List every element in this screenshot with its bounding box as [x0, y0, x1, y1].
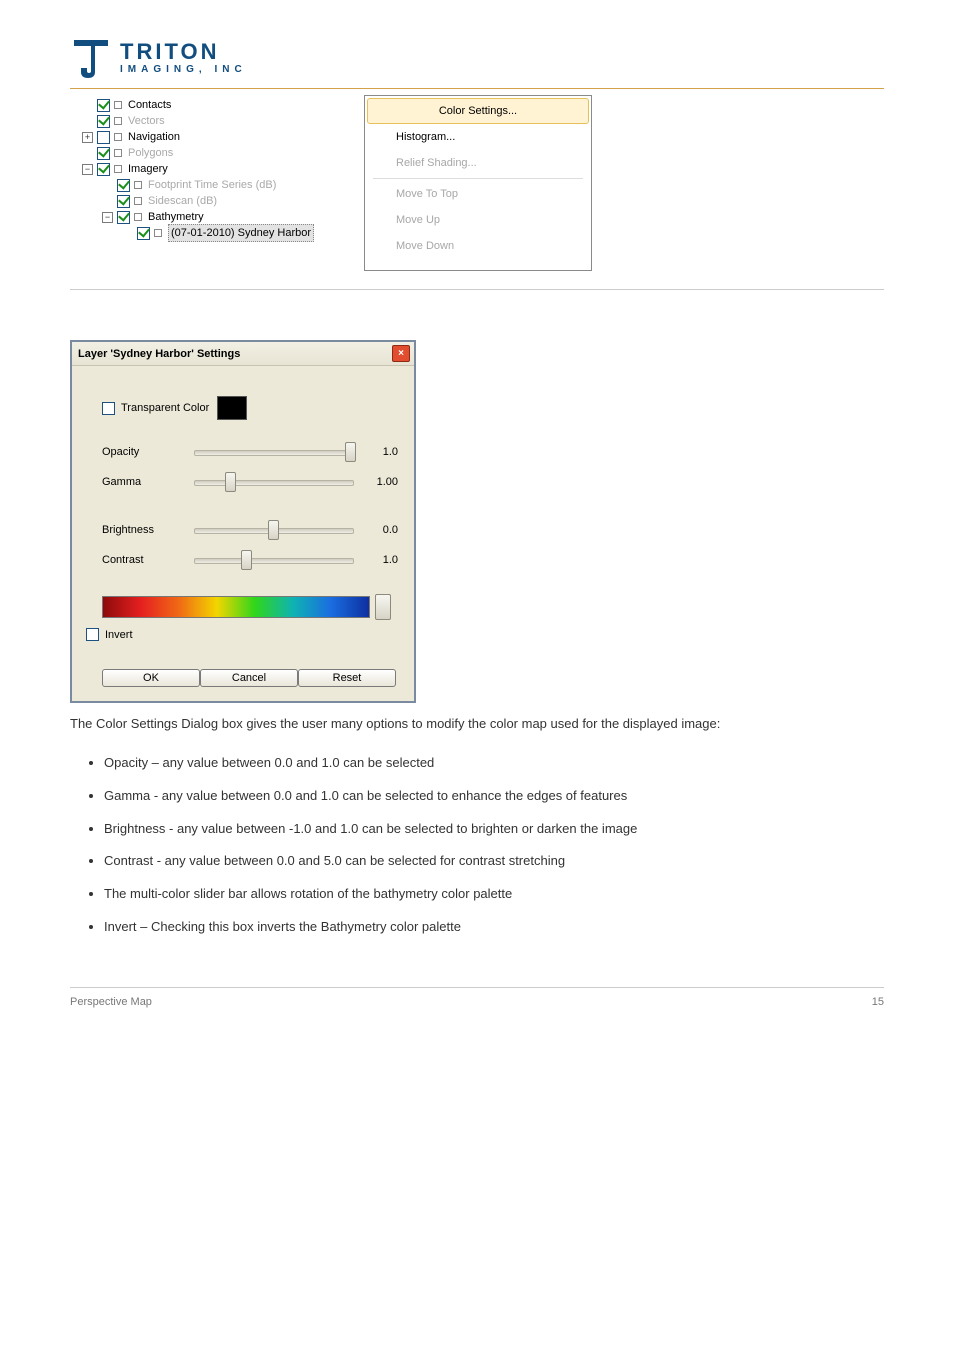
- tree-item-label: Sidescan (dB): [148, 193, 217, 209]
- expand-icon[interactable]: −: [82, 164, 93, 175]
- cancel-button[interactable]: Cancel: [200, 669, 298, 687]
- bullet-list: Opacity – any value between 0.0 and 1.0 …: [104, 754, 884, 937]
- expand-icon: [82, 116, 93, 127]
- invert-label: Invert: [105, 629, 133, 641]
- expand-icon: [82, 148, 93, 159]
- layer-swatch-icon: [114, 149, 122, 157]
- dialog-title: Layer 'Sydney Harbor' Settings: [78, 348, 240, 360]
- context-menu: Color Settings...Histogram...Relief Shad…: [364, 95, 592, 271]
- layer-swatch-icon: [134, 197, 142, 205]
- tree-item-label: Contacts: [128, 97, 171, 113]
- expand-icon: [102, 180, 113, 191]
- tree-item[interactable]: Polygons: [70, 145, 348, 161]
- tree-item[interactable]: + Navigation: [70, 129, 348, 145]
- tree-item-label: Polygons: [128, 145, 173, 161]
- contrast-value: 1.0: [362, 554, 398, 566]
- menu-item: Move Down: [367, 233, 589, 259]
- tree-item-label: Bathymetry: [148, 209, 204, 225]
- tree-item[interactable]: − Bathymetry: [70, 209, 348, 225]
- logo-text: TRITON IMAGING, INC: [120, 41, 247, 75]
- list-item: The multi-color slider bar allows rotati…: [104, 885, 884, 904]
- layer-swatch-icon: [134, 181, 142, 189]
- layer-swatch-icon: [134, 213, 142, 221]
- opacity-value: 1.0: [362, 446, 398, 458]
- visibility-checkbox[interactable]: [97, 147, 110, 160]
- gamma-slider[interactable]: [194, 472, 354, 492]
- menu-item: Move To Top: [367, 181, 589, 207]
- brightness-label: Brightness: [102, 524, 190, 536]
- tree-item[interactable]: Footprint Time Series (dB): [70, 177, 348, 193]
- opacity-row: Opacity 1.0: [102, 442, 398, 462]
- color-settings-dialog: Layer 'Sydney Harbor' Settings × Transpa…: [70, 340, 416, 703]
- ok-button[interactable]: OK: [102, 669, 200, 687]
- tree-item[interactable]: Contacts: [70, 97, 348, 113]
- layer-swatch-icon: [114, 165, 122, 173]
- tree-item[interactable]: Vectors: [70, 113, 348, 129]
- tree-item[interactable]: (07-01-2010) Sydney Harbor: [70, 225, 348, 241]
- visibility-checkbox[interactable]: [137, 227, 150, 240]
- contrast-row: Contrast 1.0: [102, 550, 398, 570]
- menu-item[interactable]: Histogram...: [367, 124, 589, 150]
- palette-rotation-thumb[interactable]: [375, 594, 391, 620]
- visibility-checkbox[interactable]: [97, 115, 110, 128]
- footer-right: 15: [872, 996, 884, 1008]
- transparent-color-checkbox[interactable]: [102, 402, 115, 415]
- close-icon[interactable]: ×: [392, 345, 410, 362]
- visibility-checkbox[interactable]: [97, 131, 110, 144]
- list-item: Invert – Checking this box inverts the B…: [104, 918, 884, 937]
- transparent-color-swatch[interactable]: [217, 396, 247, 420]
- footer-left: Perspective Map: [70, 996, 152, 1008]
- tree-item-label: (07-01-2010) Sydney Harbor: [168, 224, 314, 242]
- visibility-checkbox[interactable]: [97, 163, 110, 176]
- visibility-checkbox[interactable]: [117, 179, 130, 192]
- list-item: Opacity – any value between 0.0 and 1.0 …: [104, 754, 884, 773]
- gamma-row: Gamma 1.00: [102, 472, 398, 492]
- layer-swatch-icon: [154, 229, 162, 237]
- expand-icon: [82, 100, 93, 111]
- opacity-label: Opacity: [102, 446, 190, 458]
- list-item: Contrast - any value between 0.0 and 5.0…: [104, 852, 884, 871]
- tree-item-label: Navigation: [128, 129, 180, 145]
- expand-icon[interactable]: −: [102, 212, 113, 223]
- brightness-row: Brightness 0.0: [102, 520, 398, 540]
- expand-icon: [122, 228, 133, 239]
- list-item: Brightness - any value between -1.0 and …: [104, 820, 884, 839]
- layer-swatch-icon: [114, 133, 122, 141]
- layer-swatch-icon: [114, 101, 122, 109]
- visibility-checkbox[interactable]: [97, 99, 110, 112]
- tree-item[interactable]: Sidescan (dB): [70, 193, 348, 209]
- menu-item: Relief Shading...: [367, 150, 589, 176]
- visibility-checkbox[interactable]: [117, 195, 130, 208]
- tree-item-label: Vectors: [128, 113, 165, 129]
- menu-item: Move Up: [367, 207, 589, 233]
- contrast-label: Contrast: [102, 554, 190, 566]
- expand-icon: [102, 196, 113, 207]
- reset-button[interactable]: Reset: [298, 669, 396, 687]
- tree-item-label: Imagery: [128, 161, 168, 177]
- invert-checkbox[interactable]: [86, 628, 99, 641]
- layer-tree[interactable]: ContactsVectors + NavigationPolygons − Image…: [70, 95, 348, 271]
- tree-item-label: Footprint Time Series (dB): [148, 177, 276, 193]
- brand-logo: TRITON IMAGING, INC: [70, 30, 884, 89]
- brightness-slider[interactable]: [194, 520, 354, 540]
- list-item: Gamma - any value between 0.0 and 1.0 ca…: [104, 787, 884, 806]
- expand-icon[interactable]: +: [82, 132, 93, 143]
- tree-item[interactable]: − Imagery: [70, 161, 348, 177]
- logo-line2: IMAGING, INC: [120, 65, 247, 75]
- layer-swatch-icon: [114, 117, 122, 125]
- brightness-value: 0.0: [362, 524, 398, 536]
- palette-rotation-slider[interactable]: [102, 596, 370, 618]
- gamma-value: 1.00: [362, 476, 398, 488]
- intro-paragraph: The Color Settings Dialog box gives the …: [70, 715, 884, 734]
- logo-icon: [70, 36, 112, 80]
- transparent-color-label: Transparent Color: [121, 402, 209, 414]
- contrast-slider[interactable]: [194, 550, 354, 570]
- visibility-checkbox[interactable]: [117, 211, 130, 224]
- page-footer: Perspective Map 15: [70, 987, 884, 1008]
- gamma-label: Gamma: [102, 476, 190, 488]
- menu-item[interactable]: Color Settings...: [367, 98, 589, 124]
- opacity-slider[interactable]: [194, 442, 354, 462]
- menu-separator: [373, 178, 583, 179]
- logo-line1: TRITON: [120, 41, 247, 63]
